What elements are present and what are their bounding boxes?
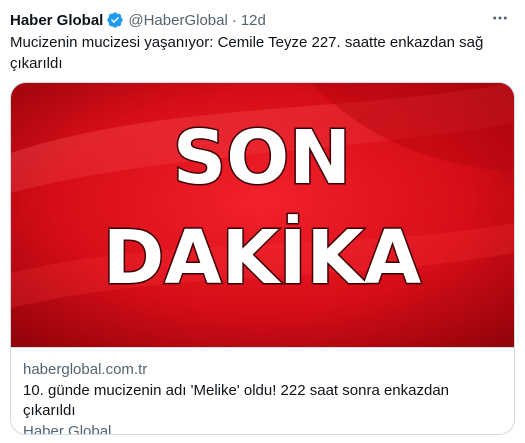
author-handle[interactable]: @HaberGlobal — [128, 12, 227, 29]
verified-badge-icon — [106, 11, 124, 29]
card-domain: haberglobal.com.tr — [23, 361, 148, 378]
more-options-icon — [493, 16, 507, 20]
separator-dot: · — [231, 11, 237, 29]
tweet-header: Haber Global @HaberGlobal · 12d — [10, 9, 266, 31]
card-title: 10. günde mucizenin adı 'Melike' oldu! 2… — [23, 382, 450, 419]
banner-text-son: SON — [173, 115, 351, 201]
card-meta: haberglobal.com.tr 10. günde mucizenin a… — [11, 347, 514, 435]
card-image: SON DAKİKA — [11, 83, 514, 347]
card-source: Haber Global — [23, 423, 112, 435]
tweet[interactable]: Haber Global @HaberGlobal · 12d Mucizeni… — [0, 0, 525, 443]
more-options-button[interactable] — [487, 6, 513, 30]
author-name[interactable]: Haber Global — [10, 12, 103, 29]
link-card[interactable]: SON DAKİKA haberglobal.com.tr 10. günde … — [10, 82, 515, 435]
banner-text-dakika: DAKİKA — [103, 213, 421, 301]
tweet-timestamp[interactable]: 12d — [241, 12, 266, 29]
tweet-text: Mucizenin mucizesi yaşanıyor: Cemile Tey… — [10, 34, 484, 72]
